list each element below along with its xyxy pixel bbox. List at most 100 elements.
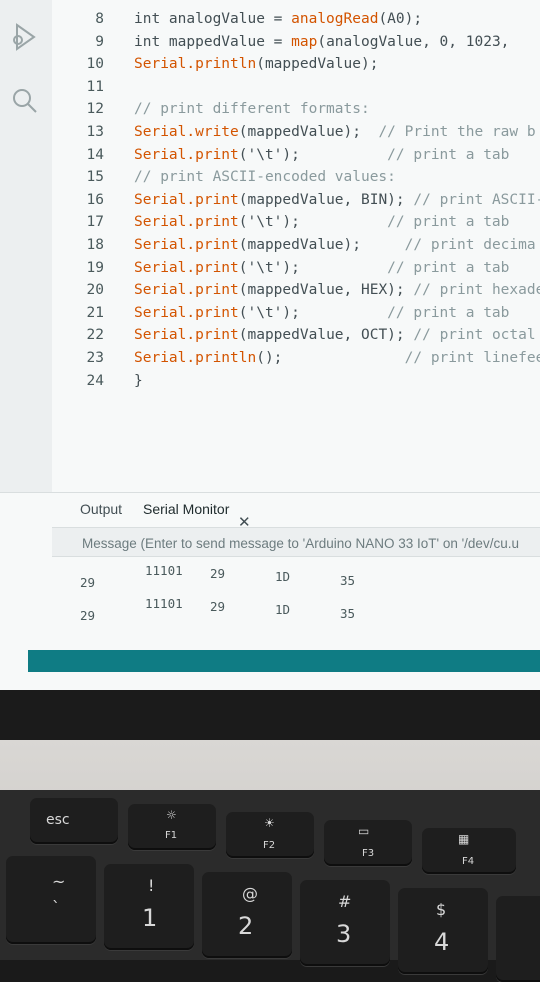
message-placeholder: Message (Enter to send message to 'Ardui… — [82, 536, 519, 551]
code-text: } — [134, 370, 143, 392]
code-token: Serial.print — [134, 237, 239, 253]
code-token: Serial.print — [134, 191, 239, 208]
key-1[interactable]: ! 1 — [104, 864, 194, 950]
key-tilde-label: ~ — [52, 872, 66, 891]
key-3[interactable]: # 3 — [300, 880, 390, 966]
line-number: 8 — [95, 11, 104, 27]
code-token: (mappedValue); — [238, 237, 405, 253]
code-token: (mappedValue); — [238, 124, 379, 140]
code-token: // print a tab — [387, 259, 510, 276]
search-icon[interactable] — [10, 86, 40, 116]
code-line[interactable]: 17 Serial.print('\t'); // print a tab — [52, 211, 540, 233]
code-line[interactable]: 23 Serial.println(); // print linefeed — [52, 347, 540, 369]
code-line[interactable]: 14 Serial.print('\t'); // print a tab — [52, 144, 540, 166]
code-token: analogRead — [291, 11, 379, 27]
line-number: 22 — [86, 327, 104, 344]
key-backtick[interactable]: ~ ` — [6, 856, 96, 944]
serial-dec-value: 29 — [210, 566, 226, 581]
code-editor[interactable]: 8 int analogValue = analogRead(A0); 9 int m… — [52, 0, 540, 492]
code-line[interactable]: 11 — [52, 76, 540, 98]
code-line[interactable]: 19 Serial.print('\t'); // print a tab — [52, 257, 540, 279]
code-line[interactable]: 9 int mappedValue = map(analogValue, 0, 1… — [52, 31, 540, 53]
line-number: 15 — [86, 169, 104, 186]
code-line[interactable]: 22 Serial.print(mappedValue, OCT); // pri… — [52, 324, 540, 346]
serial-raw-value: 29 — [80, 575, 96, 590]
code-token: // print octal v — [413, 327, 540, 344]
code-text: // print different formats: — [134, 98, 370, 120]
code-line[interactable]: 24} — [52, 370, 540, 392]
key-f4[interactable]: ▦ F4 — [422, 828, 516, 874]
code-token: ('\t'); — [238, 304, 388, 321]
code-token: (mappedValue, OCT); — [238, 327, 414, 344]
code-token: Serial.print — [134, 146, 239, 163]
line-number: 9 — [95, 33, 104, 50]
line-number: 23 — [86, 350, 104, 366]
code-token: Serial.print — [134, 282, 239, 299]
code-token: (mappedValue, BIN); — [238, 191, 414, 208]
key-1-shift-label: ! — [148, 876, 155, 895]
line-number: 13 — [86, 124, 104, 140]
code-line[interactable]: 18 Serial.print(mappedValue); // print de… — [52, 234, 540, 256]
key-2[interactable]: @ 2 — [202, 872, 292, 958]
code-text: Serial.print('\t'); // print a tab — [134, 302, 509, 324]
brightness-up-icon: ☀ — [264, 816, 275, 830]
key-4[interactable]: $ 4 — [398, 888, 488, 974]
tab-serial-monitor[interactable]: Serial Monitor — [143, 501, 229, 517]
code-token: ('\t'); — [238, 259, 388, 276]
code-line[interactable]: 20 Serial.print(mappedValue, HEX); // pri… — [52, 279, 540, 301]
code-token: int analogValue = — [134, 11, 292, 27]
message-input[interactable]: Message (Enter to send message to 'Ardui… — [52, 527, 540, 557]
key-f3[interactable]: ▭ F3 — [324, 820, 412, 866]
line-number: 20 — [86, 282, 104, 299]
code-text: Serial.print(mappedValue, BIN); // print… — [134, 189, 540, 211]
serial-bin-value: 11101 — [145, 563, 183, 578]
key-4-label: 4 — [434, 928, 450, 956]
line-number: 24 — [86, 372, 104, 389]
code-token: (mappedValue); — [256, 56, 379, 73]
key-backtick-label: ` — [52, 898, 60, 917]
serial-oct-value: 35 — [340, 573, 356, 588]
code-text: int mappedValue = map(analogValue, 0, 10… — [134, 31, 518, 53]
tab-output[interactable]: Output — [80, 501, 122, 517]
code-token: map — [291, 33, 318, 50]
brightness-down-icon: ☼ — [166, 808, 177, 822]
code-text: Serial.print('\t'); // print a tab — [134, 211, 509, 233]
code-line[interactable]: 15 // print ASCII-encoded values: — [52, 166, 540, 188]
code-line[interactable]: 8 int analogValue = analogRead(A0); — [52, 8, 540, 30]
code-token: // print decima — [404, 237, 536, 253]
code-text: // print ASCII-encoded values: — [134, 166, 396, 188]
code-token: Serial.write — [134, 124, 239, 140]
line-number: 12 — [86, 101, 104, 118]
debug-icon[interactable] — [10, 22, 40, 52]
serial-oct-value: 35 — [340, 606, 356, 621]
key-esc-label: esc — [46, 812, 70, 828]
code-token: // print ASCII- — [413, 191, 540, 208]
key-1-label: 1 — [142, 904, 158, 932]
key-esc[interactable]: esc — [30, 798, 118, 844]
launchpad-icon: ▦ — [458, 832, 470, 846]
code-line[interactable]: 16 Serial.print(mappedValue, BIN); // pri… — [52, 189, 540, 211]
key-f1[interactable]: ☼ F1 — [128, 804, 216, 850]
code-line[interactable]: 21 Serial.print('\t'); // print a tab — [52, 302, 540, 324]
code-token: Serial.print — [134, 214, 239, 231]
code-token: Serial.println — [134, 56, 257, 73]
key-4-shift-label: $ — [436, 900, 447, 919]
mission-control-icon: ▭ — [358, 824, 370, 838]
code-line[interactable]: 10 Serial.println(mappedValue); — [52, 53, 540, 75]
key-f4-label: F4 — [462, 856, 475, 867]
key-f2[interactable]: ☀ F2 — [226, 812, 314, 858]
code-text: Serial.print(mappedValue); // print deci… — [134, 234, 536, 256]
code-line[interactable]: 12 // print different formats: — [52, 98, 540, 120]
code-token: // print a tab — [387, 146, 510, 163]
code-token: } — [134, 372, 143, 389]
code-token: // print ASCII-encoded values: — [134, 169, 396, 186]
code-text: Serial.print('\t'); // print a tab — [134, 144, 509, 166]
code-token: // print linefeed — [404, 350, 540, 366]
serial-raw-value: 29 — [80, 608, 96, 623]
key-5[interactable] — [496, 896, 540, 982]
code-token: (mappedValue, HEX); — [238, 282, 414, 299]
line-number: 17 — [86, 214, 104, 231]
line-number: 18 — [86, 237, 104, 253]
code-line[interactable]: 13 Serial.write(mappedValue); // Print th… — [52, 121, 540, 143]
key-3-shift-label: # — [338, 892, 352, 911]
